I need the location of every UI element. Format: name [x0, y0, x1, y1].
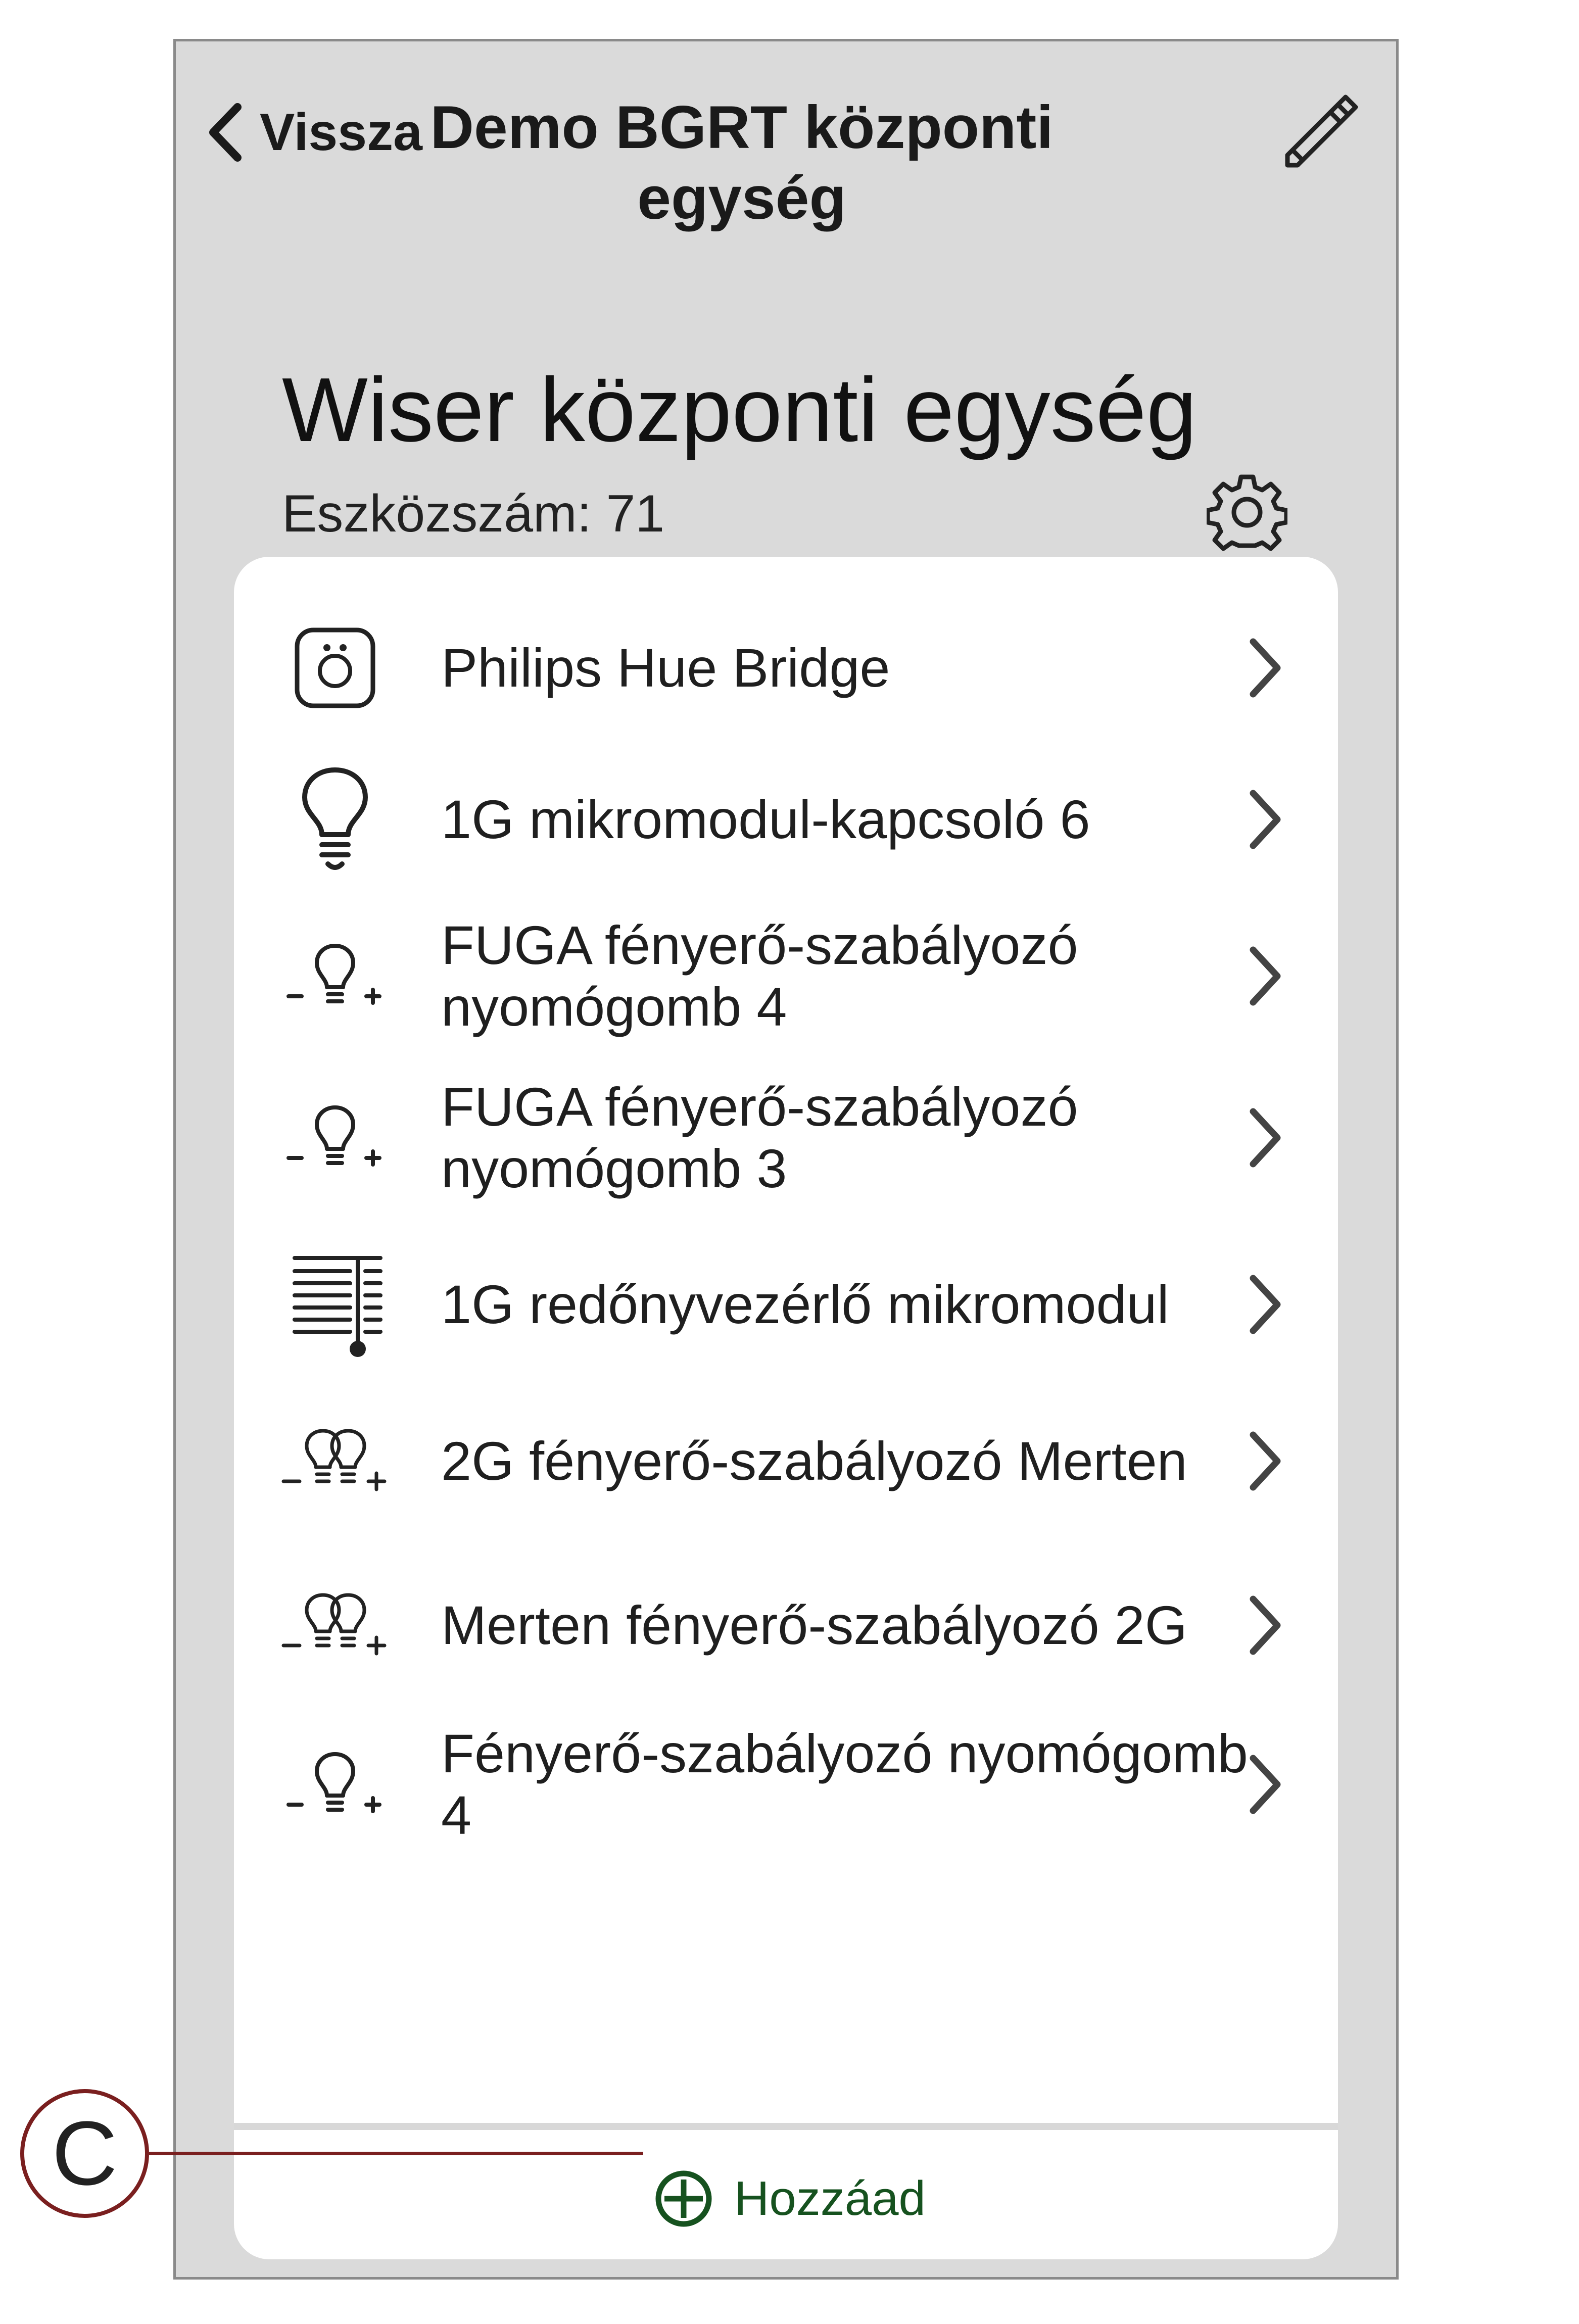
chevron-right-icon: [1250, 1595, 1281, 1655]
divider: [234, 2123, 1338, 2130]
back-button[interactable]: Vissza: [206, 97, 422, 168]
device-row-fuga-dimmer-4[interactable]: FUGA fényerő-szabályozó nyomógomb 4: [234, 910, 1338, 1042]
double-dimmer-bulb-icon: [281, 1593, 387, 1656]
bulb-icon: [302, 767, 368, 870]
callout-marker: C: [20, 2089, 149, 2218]
device-row-1g-switch[interactable]: 1G mikromodul-kapcsoló 6: [234, 767, 1338, 870]
device-label: 1G redőnyvezérlő mikromodul: [441, 1274, 1169, 1335]
chevron-right-icon: [1250, 790, 1281, 849]
plus-circle-icon: [655, 2170, 712, 2227]
device-label: Merten fényerő-szabályozó 2G: [441, 1594, 1187, 1656]
back-label: Vissza: [260, 103, 422, 162]
gear-icon[interactable]: [1207, 471, 1287, 552]
double-dimmer-bulb-icon: [281, 1429, 387, 1491]
shutter-icon: [293, 1256, 382, 1357]
page-title: Demo BGRT központi egység: [430, 93, 1054, 232]
dimmer-bulb-icon: [286, 1105, 381, 1167]
device-label: 2G fényerő-szabályozó Merten: [441, 1430, 1187, 1491]
device-row-dimmer-button-4[interactable]: Fényerő-szabályozó nyomógomb 4: [234, 1709, 1338, 1860]
chevron-right-icon: [1250, 1755, 1281, 1814]
device-row-fuga-dimmer-3[interactable]: FUGA fényerő-szabályozó nyomógomb 3: [234, 1072, 1338, 1203]
callout-leader-line: [149, 2152, 643, 2155]
device-label: FUGA fényerő-szabályozó nyomógomb 4: [441, 914, 1078, 1037]
chevron-right-icon: [1250, 1431, 1281, 1491]
device-row-shutter[interactable]: 1G redőnyvezérlő mikromodul: [234, 1239, 1338, 1370]
device-label: Fényerő-szabályozó nyomógomb 4: [441, 1723, 1248, 1846]
device-row-philips-hue-bridge[interactable]: Philips Hue Bridge: [234, 617, 1338, 718]
device-row-2g-dimmer-merten[interactable]: 2G fényerő-szabályozó Merten: [234, 1395, 1338, 1527]
add-button[interactable]: Hozzáad: [653, 2158, 926, 2239]
dimmer-bulb-icon: [286, 1752, 381, 1813]
device-row-merten-dimmer-2g[interactable]: Merten fényerő-szabályozó 2G: [234, 1560, 1338, 1691]
chevron-right-icon: [1250, 638, 1281, 698]
callout-letter: C: [52, 2102, 118, 2204]
chevron-right-icon: [1250, 1275, 1281, 1334]
phone-screen: Vissza Demo BGRT központi egység Wiser k…: [173, 39, 1399, 2280]
device-label: 1G mikromodul-kapcsoló 6: [441, 789, 1090, 850]
chevron-right-icon: [1250, 946, 1281, 1006]
chevron-left-icon: [209, 103, 242, 162]
add-label: Hozzáad: [734, 2171, 926, 2225]
pencil-icon[interactable]: [1277, 89, 1363, 175]
device-list-card: Philips Hue Bridge 1G mikromodul-kapcsol…: [234, 557, 1338, 2259]
device-label: FUGA fényerő-szabályozó nyomógomb 3: [441, 1076, 1078, 1199]
chevron-right-icon: [1250, 1108, 1281, 1168]
hue-bridge-icon: [295, 627, 375, 708]
section-title: Wiser központi egység: [282, 359, 1197, 461]
device-count: Eszközszám: 71: [282, 485, 665, 543]
device-label: Philips Hue Bridge: [441, 637, 890, 698]
dimmer-bulb-icon: [286, 944, 381, 1005]
